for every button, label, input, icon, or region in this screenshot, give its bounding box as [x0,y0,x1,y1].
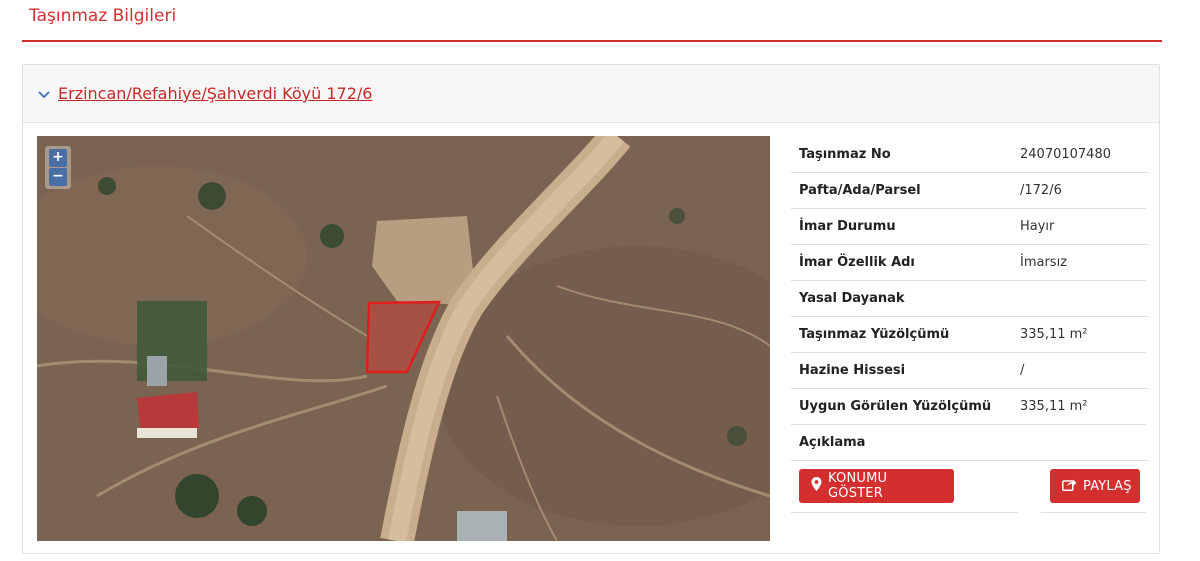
info-label: Açıklama [799,435,866,450]
info-row-imar-durumu: İmar Durumu Hayır [791,209,1147,245]
info-value: / [1020,363,1025,378]
share-label: PAYLAŞ [1083,478,1132,494]
info-row-aciklama: Açıklama [791,425,1147,461]
action-buttons: KONUMU GÖSTER PAYLAŞ [791,461,1147,513]
map-imagery [37,136,770,541]
info-value: 24070107480 [1020,147,1111,162]
info-row-pafta-ada-parsel: Pafta/Ada/Parsel /172/6 [791,173,1147,209]
property-panel: Erzincan/Refahiye/Şahverdi Köyü 172/6 + … [22,64,1160,554]
share-button[interactable]: PAYLAŞ [1050,469,1140,503]
info-label: Taşınmaz No [799,147,891,162]
property-info-page: Taşınmaz Bilgileri Erzincan/Refahiye/Şah… [0,0,1200,561]
info-row-imar-ozellik-adi: İmar Özellik Adı İmarsız [791,245,1147,281]
info-label: İmar Durumu [799,219,896,234]
property-info-table: Taşınmaz No 24070107480 Pafta/Ada/Parsel… [791,137,1147,513]
info-value: Hayır [1020,219,1055,234]
info-row-tasinmaz-no: Taşınmaz No 24070107480 [791,137,1147,173]
info-label: İmar Özellik Adı [799,255,915,270]
property-title-link[interactable]: Erzincan/Refahiye/Şahverdi Köyü 172/6 [58,84,372,103]
info-value: /172/6 [1020,183,1062,198]
section-title: Taşınmaz Bilgileri [29,6,177,26]
section-divider [22,40,1162,42]
panel-header[interactable]: Erzincan/Refahiye/Şahverdi Köyü 172/6 [23,65,1159,123]
chevron-down-icon[interactable] [37,87,51,101]
info-row-uygun-gorulen-yuzolcumu: Uygun Görülen Yüzölçümü 335,11 m² [791,389,1147,425]
zoom-in-button[interactable]: + [49,149,67,167]
info-value: 335,11 m² [1020,327,1088,342]
share-icon [1062,478,1077,495]
zoom-controls: + − [45,146,71,189]
info-label: Hazine Hissesi [799,363,906,378]
info-row-hazine-hissesi: Hazine Hissesi / [791,353,1147,389]
info-label: Yasal Dayanak [799,291,905,306]
map-marker-icon [811,477,822,495]
info-row-tasinmaz-yuzolcumu: Taşınmaz Yüzölçümü 335,11 m² [791,317,1147,353]
show-location-button[interactable]: KONUMU GÖSTER [799,469,954,503]
satellite-map[interactable]: + − [37,136,770,541]
zoom-out-button[interactable]: − [49,168,67,186]
row-divider [791,512,1019,513]
info-label: Pafta/Ada/Parsel [799,183,921,198]
row-divider [1041,512,1147,513]
info-value: 335,11 m² [1020,399,1088,414]
info-value: İmarsız [1020,255,1068,270]
info-row-yasal-dayanak: Yasal Dayanak [791,281,1147,317]
info-label: Taşınmaz Yüzölçümü [799,327,950,342]
show-location-label: KONUMU GÖSTER [828,471,888,501]
info-label: Uygun Görülen Yüzölçümü [799,399,992,414]
